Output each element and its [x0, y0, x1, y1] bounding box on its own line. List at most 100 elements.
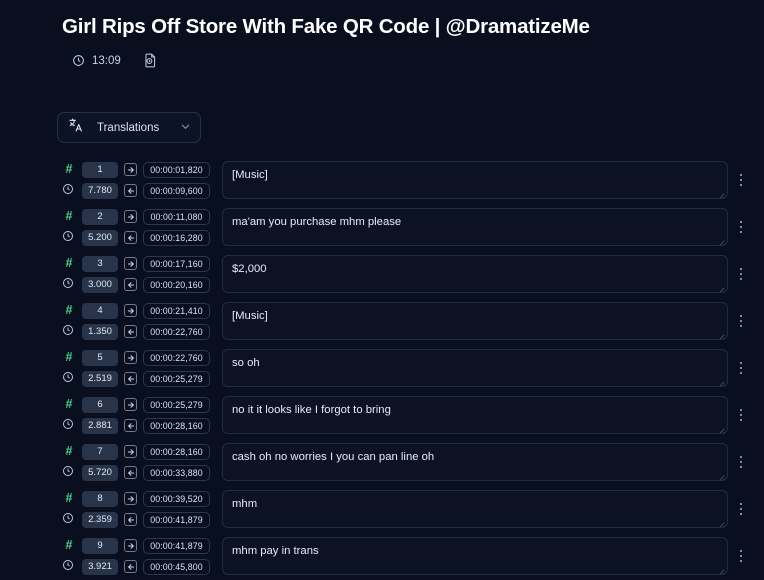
transcript-history[interactable]	[143, 53, 157, 68]
timing-block: #3 00:00:17,160 3.000 00:00:20,160	[62, 255, 210, 293]
subtitle-duration: 2.881	[82, 417, 118, 434]
subtitle-row: #1 00:00:01,820 7.780 00:00:09,600 [Music]	[62, 161, 754, 199]
subtitle-text-input[interactable]: $2,000	[222, 255, 728, 293]
clock-icon	[62, 370, 76, 388]
hash-icon: #	[65, 491, 73, 506]
start-marker-button[interactable]	[124, 210, 137, 223]
resize-handle-icon[interactable]	[717, 470, 725, 480]
end-marker-button[interactable]	[124, 560, 137, 573]
start-time-input[interactable]: 00:00:01,820	[143, 161, 210, 178]
resize-handle-icon[interactable]	[717, 423, 725, 433]
row-menu-button[interactable]	[728, 302, 754, 340]
start-time-input[interactable]: 00:00:28,160	[143, 443, 210, 460]
start-time-input[interactable]: 00:00:17,160	[143, 255, 210, 272]
subtitle-index: 6	[82, 396, 118, 413]
end-time-input[interactable]: 00:00:41,879	[143, 511, 210, 528]
subtitle-duration: 3.000	[82, 276, 118, 293]
start-marker-button[interactable]	[124, 351, 137, 364]
end-marker-button[interactable]	[124, 231, 137, 244]
end-time-input[interactable]: 00:00:09,600	[143, 182, 210, 199]
subtitle-duration: 3.921	[82, 558, 118, 575]
row-menu-button[interactable]	[728, 208, 754, 246]
timing-block: #7 00:00:28,160 5.720 00:00:33,880	[62, 443, 210, 481]
end-marker-button[interactable]	[124, 325, 137, 338]
row-menu-button[interactable]	[728, 537, 754, 575]
start-time-input[interactable]: 00:00:22,760	[143, 349, 210, 366]
subtitle-text-input[interactable]: [Music]	[222, 302, 728, 340]
row-menu-button[interactable]	[728, 255, 754, 293]
end-marker-button[interactable]	[124, 278, 137, 291]
end-time-input[interactable]: 00:00:16,280	[143, 229, 210, 246]
subtitle-text-input[interactable]: ma'am you purchase mhm please	[222, 208, 728, 246]
end-marker-button[interactable]	[124, 419, 137, 432]
start-marker-button[interactable]	[124, 398, 137, 411]
resize-handle-icon[interactable]	[717, 329, 725, 339]
end-time-input[interactable]: 00:00:45,800	[143, 558, 210, 575]
kebab-menu-icon	[739, 220, 743, 234]
resize-handle-icon[interactable]	[717, 564, 725, 574]
subtitle-text-value: no it it looks like I forgot to bring	[232, 404, 391, 416]
end-time-input[interactable]: 00:00:22,760	[143, 323, 210, 340]
start-time-input[interactable]: 00:00:11,080	[143, 208, 210, 225]
hash-icon: #	[65, 256, 73, 271]
document-clock-icon	[143, 53, 157, 68]
resize-handle-icon[interactable]	[717, 517, 725, 527]
hash-icon: #	[65, 350, 73, 365]
start-time-input[interactable]: 00:00:39,520	[143, 490, 210, 507]
subtitle-duration: 2.359	[82, 511, 118, 528]
row-menu-button[interactable]	[728, 349, 754, 387]
start-marker-button[interactable]	[124, 492, 137, 505]
chevron-down-icon	[180, 119, 191, 137]
resize-handle-icon[interactable]	[717, 376, 725, 386]
kebab-menu-icon	[739, 455, 743, 469]
subtitle-text-value: [Music]	[232, 310, 268, 322]
timing-block: #6 00:00:25,279 2.881 00:00:28,160	[62, 396, 210, 434]
end-time-input[interactable]: 00:00:25,279	[143, 370, 210, 387]
start-timing-line: #8 00:00:39,520	[62, 490, 210, 507]
end-marker-button[interactable]	[124, 513, 137, 526]
subtitle-text-input[interactable]: no it it looks like I forgot to bring	[222, 396, 728, 434]
end-marker-button[interactable]	[124, 372, 137, 385]
subtitle-index: 4	[82, 302, 118, 319]
end-time-input[interactable]: 00:00:33,880	[143, 464, 210, 481]
start-marker-button[interactable]	[124, 257, 137, 270]
subtitle-row: #3 00:00:17,160 3.000 00:00:20,160 $2,000	[62, 255, 754, 293]
subtitle-text-input[interactable]: so oh	[222, 349, 728, 387]
row-menu-button[interactable]	[728, 443, 754, 481]
end-time-input[interactable]: 00:00:20,160	[143, 276, 210, 293]
subtitle-editor-page: Girl Rips Off Store With Fake QR Code | …	[0, 0, 764, 580]
start-marker-button[interactable]	[124, 539, 137, 552]
start-timing-line: #6 00:00:25,279	[62, 396, 210, 413]
subtitle-duration: 2.519	[82, 370, 118, 387]
clock-icon	[62, 511, 76, 529]
resize-handle-icon[interactable]	[717, 282, 725, 292]
resize-handle-icon[interactable]	[717, 235, 725, 245]
hash-icon: #	[65, 303, 73, 318]
hash-icon: #	[65, 162, 73, 177]
translations-dropdown[interactable]: Translations	[57, 112, 201, 143]
timing-block: #2 00:00:11,080 5.200 00:00:16,280	[62, 208, 210, 246]
subtitle-text-input[interactable]: mhm	[222, 490, 728, 528]
end-marker-button[interactable]	[124, 184, 137, 197]
end-marker-button[interactable]	[124, 466, 137, 479]
end-time-input[interactable]: 00:00:28,160	[143, 417, 210, 434]
row-menu-button[interactable]	[728, 490, 754, 528]
resize-handle-icon[interactable]	[717, 188, 725, 198]
row-menu-button[interactable]	[728, 396, 754, 434]
start-time-input[interactable]: 00:00:21,410	[143, 302, 210, 319]
subtitle-duration: 1.350	[82, 323, 118, 340]
subtitle-text-input[interactable]: mhm pay in trans	[222, 537, 728, 575]
start-marker-button[interactable]	[124, 445, 137, 458]
start-time-input[interactable]: 00:00:25,279	[143, 396, 210, 413]
end-timing-line: 2.359 00:00:41,879	[62, 511, 210, 528]
row-menu-button[interactable]	[728, 161, 754, 199]
start-marker-button[interactable]	[124, 163, 137, 176]
subtitle-text-input[interactable]: [Music]	[222, 161, 728, 199]
start-marker-button[interactable]	[124, 304, 137, 317]
subtitle-index: 9	[82, 537, 118, 554]
subtitle-text-input[interactable]: cash oh no worries I you can pan line oh	[222, 443, 728, 481]
end-timing-line: 3.921 00:00:45,800	[62, 558, 210, 575]
start-time-input[interactable]: 00:00:41,879	[143, 537, 210, 554]
editor-toolbar: Translations	[0, 112, 764, 143]
timing-block: #1 00:00:01,820 7.780 00:00:09,600	[62, 161, 210, 199]
